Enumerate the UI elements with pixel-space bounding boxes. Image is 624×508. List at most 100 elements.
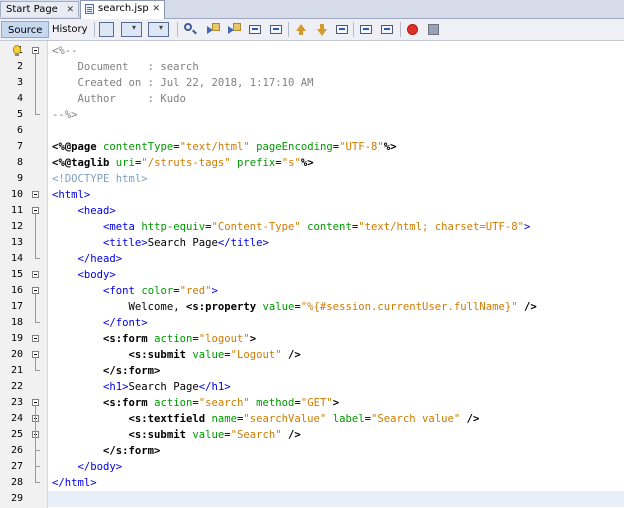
code-token: </font>	[103, 317, 148, 329]
code-line[interactable]: 10 <html>	[0, 187, 624, 203]
fold-end-marker	[35, 107, 40, 115]
code-token: Search Page	[128, 381, 199, 393]
source-button[interactable]: Source	[1, 21, 50, 38]
fold-collapse-icon[interactable]	[32, 335, 39, 342]
history-button[interactable]: History	[46, 21, 94, 38]
code-line[interactable]: 26 </s:form>	[0, 443, 624, 459]
back-icon[interactable]	[121, 22, 142, 37]
previous-bookmark-icon[interactable]	[293, 22, 308, 37]
code-token: color	[141, 285, 174, 297]
tab-start-page[interactable]: Start Page ✕	[0, 1, 79, 17]
code-text: <!DOCTYPE html>	[52, 171, 148, 187]
find-next-icon[interactable]	[226, 22, 241, 37]
fold-guide-line	[35, 214, 36, 251]
code-text: <html>	[52, 187, 90, 203]
line-number: 20	[10, 349, 23, 360]
code-line[interactable]: 7 <%@page contentType="text/html" pageEnc…	[0, 139, 624, 155]
line-number: 3	[16, 77, 23, 88]
code-token: <h1>	[103, 381, 129, 393]
code-line[interactable]: 19 <s:form action="logout">	[0, 331, 624, 347]
code-text: <meta http-equiv="Content-Type" content=…	[52, 219, 530, 235]
code-line[interactable]: 1<%--	[0, 43, 624, 59]
code-line[interactable]: 16 <font color="red">	[0, 283, 624, 299]
code-line[interactable]: 18 </font>	[0, 315, 624, 331]
code-line[interactable]: 27 </body>	[0, 459, 624, 475]
fold-collapse-icon[interactable]	[32, 47, 39, 54]
forward-icon[interactable]	[148, 22, 169, 37]
code-text: Created on : Jul 22, 2018, 1:17:10 AM	[52, 75, 314, 91]
line-number: 13	[10, 237, 23, 248]
shift-right-icon[interactable]	[380, 22, 395, 37]
fold-collapse-icon[interactable]	[32, 399, 39, 406]
code-line[interactable]: 23 <s:form action="search" method="GET">	[0, 395, 624, 411]
toggle-highlight-icon[interactable]	[248, 22, 263, 37]
next-bookmark-icon[interactable]	[314, 22, 329, 37]
toolbar-separator	[288, 22, 289, 37]
fold-collapse-icon[interactable]	[32, 191, 39, 198]
fold-guide-line	[35, 358, 36, 363]
code-token: %>	[300, 157, 314, 169]
code-line[interactable]: 24 <s:textfield name="searchValue" label…	[0, 411, 624, 427]
code-line[interactable]: 12 <meta http-equiv="Content-Type" conte…	[0, 219, 624, 235]
code-line[interactable]: 15 <body>	[0, 267, 624, 283]
code-token: />	[524, 301, 537, 313]
line-number: 24	[10, 413, 23, 424]
close-icon[interactable]: ✕	[66, 2, 74, 18]
code-line[interactable]: 13 <title>Search Page</title>	[0, 235, 624, 251]
last-edit-icon[interactable]	[99, 22, 114, 37]
fold-collapse-icon[interactable]	[32, 271, 39, 278]
fold-collapse-icon[interactable]	[32, 287, 39, 294]
code-line[interactable]: 8 <%@taglib uri="/struts-tags" prefix="s"…	[0, 155, 624, 171]
code-token: </h1>	[198, 381, 231, 393]
code-token: value	[192, 429, 225, 441]
code-line[interactable]: 2 Document : search	[0, 59, 624, 75]
fold-end-marker	[35, 315, 40, 323]
hint-bulb-icon[interactable]	[13, 45, 21, 56]
code-token: value	[262, 301, 295, 313]
code-token: "GET"	[300, 397, 333, 409]
fold-collapse-icon[interactable]	[32, 351, 39, 358]
toggle-rectangular-selection-icon[interactable]	[269, 22, 284, 37]
line-number: 22	[10, 381, 23, 392]
code-text: Author : Kudo	[52, 91, 186, 107]
find-previous-icon[interactable]	[205, 22, 220, 37]
code-token: <meta	[103, 221, 135, 233]
code-token: "text/html"	[179, 141, 250, 153]
stop-macro-recording-icon[interactable]	[428, 24, 439, 35]
line-number: 4	[16, 93, 23, 104]
code-line[interactable]: 5 --%>	[0, 107, 624, 123]
toggle-bookmark-icon[interactable]	[335, 22, 350, 37]
code-line[interactable]: 14 </head>	[0, 251, 624, 267]
code-token: Welcome,	[128, 301, 186, 313]
find-icon[interactable]	[183, 22, 198, 37]
code-token: action	[154, 397, 193, 409]
code-token: "UTF-8"	[339, 141, 384, 153]
code-line[interactable]: 17 Welcome, <s:property value="%{#sessio…	[0, 299, 624, 315]
tab-search-jsp[interactable]: search.jsp ✕	[80, 0, 165, 19]
code-line[interactable]: 25 <s:submit value="Search" />	[0, 427, 624, 443]
code-line[interactable]: 22 <h1>Search Page</h1>	[0, 379, 624, 395]
code-line[interactable]: 9 <!DOCTYPE html>	[0, 171, 624, 187]
fold-guide-line	[35, 294, 36, 315]
close-icon[interactable]: ✕	[152, 1, 160, 17]
code-line[interactable]: 3 Created on : Jul 22, 2018, 1:17:10 AM	[0, 75, 624, 91]
code-line[interactable]: 20 <s:submit value="Logout" />	[0, 347, 624, 363]
toolbar-separator	[353, 22, 354, 37]
line-number: 19	[10, 333, 23, 344]
code-text: </html>	[52, 475, 97, 491]
code-line[interactable]: 6	[0, 123, 624, 139]
code-line[interactable]: 4 Author : Kudo	[0, 91, 624, 107]
fold-collapse-icon[interactable]	[32, 207, 39, 214]
shift-left-icon[interactable]	[359, 22, 374, 37]
code-token: Search Page	[147, 237, 218, 249]
start-macro-recording-icon[interactable]	[407, 24, 418, 35]
code-line[interactable]: 21 </s:form>	[0, 363, 624, 379]
code-line[interactable]: 11 <head>	[0, 203, 624, 219]
toolbar-separator	[400, 22, 401, 37]
code-line[interactable]: 28 </html>	[0, 475, 624, 491]
code-line[interactable]: 29	[11, 491, 624, 507]
code-text: <h1>Search Page</h1>	[52, 379, 231, 395]
